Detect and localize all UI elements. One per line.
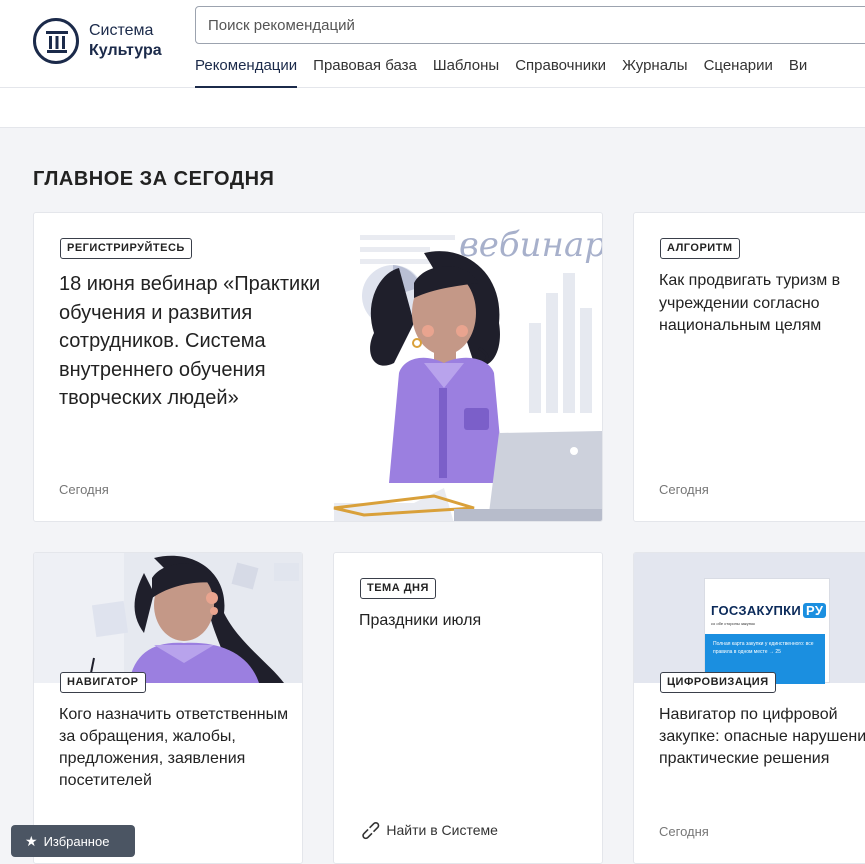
card-date: Сегодня bbox=[659, 482, 709, 497]
card-tag: ЦИФРОВИЗАЦИЯ bbox=[660, 672, 776, 693]
card-title: Праздники июля bbox=[359, 612, 482, 629]
webinar-word: вебинар bbox=[459, 225, 603, 265]
nav-reference[interactable]: Справочники bbox=[515, 48, 606, 88]
navigator-illustration bbox=[34, 553, 302, 683]
search-box[interactable] bbox=[195, 6, 865, 44]
card-date: Сегодня bbox=[659, 824, 709, 839]
card-webinar[interactable]: вебинар РЕГИСТРИРУЙТЕСЬ 18 июня вебинар … bbox=[33, 212, 603, 522]
card-title: Кого назначить ответственным за обращени… bbox=[59, 706, 289, 789]
nav-scenarios[interactable]: Сценарии bbox=[704, 48, 773, 88]
card-title: Как продвигать туризм в учреждении согла… bbox=[659, 272, 841, 334]
star-icon: ★ bbox=[25, 833, 38, 849]
nav-journals[interactable]: Журналы bbox=[622, 48, 688, 88]
card-algorithm[interactable]: АЛГОРИТМ Как продвигать туризм в учрежде… bbox=[633, 212, 865, 522]
magazine-banner: ГОСЗАКУПКИ РУ со обе стороны закупок Полн… bbox=[634, 553, 865, 684]
card-title: Навигатор по цифровой закупке: опасные н… bbox=[659, 706, 865, 767]
card-navigator[interactable]: НАВИГАТОР Кого назначить ответственным з… bbox=[33, 552, 303, 864]
favorites-label: Избранное bbox=[43, 834, 110, 849]
nav-more[interactable]: Ви bbox=[789, 48, 807, 88]
header: Система Культура Рекомендации Правовая ба… bbox=[0, 0, 865, 88]
magazine-badge: РУ bbox=[803, 603, 827, 618]
column-icon bbox=[33, 18, 79, 64]
nav-templates[interactable]: Шаблоны bbox=[433, 48, 499, 88]
logo-line2: Культура bbox=[89, 42, 162, 59]
main-nav: Рекомендации Правовая база Шаблоны Справочн… bbox=[195, 48, 823, 88]
logo[interactable]: Система Культура bbox=[33, 18, 173, 66]
nav-legal-base[interactable]: Правовая база bbox=[313, 48, 417, 88]
magazine-cover: ГОСЗАКУПКИ РУ со обе стороны закупок Полн… bbox=[704, 578, 830, 684]
favorites-button[interactable]: ★ Избранное bbox=[11, 825, 135, 857]
link-icon: ⊂⊃ bbox=[356, 816, 385, 845]
card-title: 18 июня вебинар «Практики обучения и раз… bbox=[59, 273, 321, 409]
card-theme[interactable]: ТЕМА ДНЯ Праздники июля ⊂⊃ Найти в Систе… bbox=[333, 552, 603, 864]
find-link[interactable]: ⊂⊃ Найти в Системе bbox=[356, 816, 498, 844]
logo-line1: Система bbox=[89, 22, 154, 39]
nav-recommendations[interactable]: Рекомендации bbox=[195, 48, 298, 88]
magazine-title: ГОСЗАКУПКИ bbox=[711, 603, 802, 618]
card-tag: НАВИГАТОР bbox=[60, 672, 146, 693]
card-date: Сегодня bbox=[59, 482, 109, 497]
section-title: ГЛАВНОЕ ЗА СЕГОДНЯ bbox=[33, 168, 275, 190]
card-tag: АЛГОРИТМ bbox=[660, 238, 740, 259]
find-link-label: Найти в Системе bbox=[386, 822, 498, 838]
card-tag: ТЕМА ДНЯ bbox=[360, 578, 436, 599]
card-digital[interactable]: ГОСЗАКУПКИ РУ со обе стороны закупок Полн… bbox=[633, 552, 865, 864]
card-tag: РЕГИСТРИРУЙТЕСЬ bbox=[60, 238, 192, 259]
magazine-subtitle: со обе стороны закупок bbox=[711, 621, 755, 626]
search-input[interactable] bbox=[196, 7, 865, 43]
sub-bar bbox=[0, 88, 865, 128]
